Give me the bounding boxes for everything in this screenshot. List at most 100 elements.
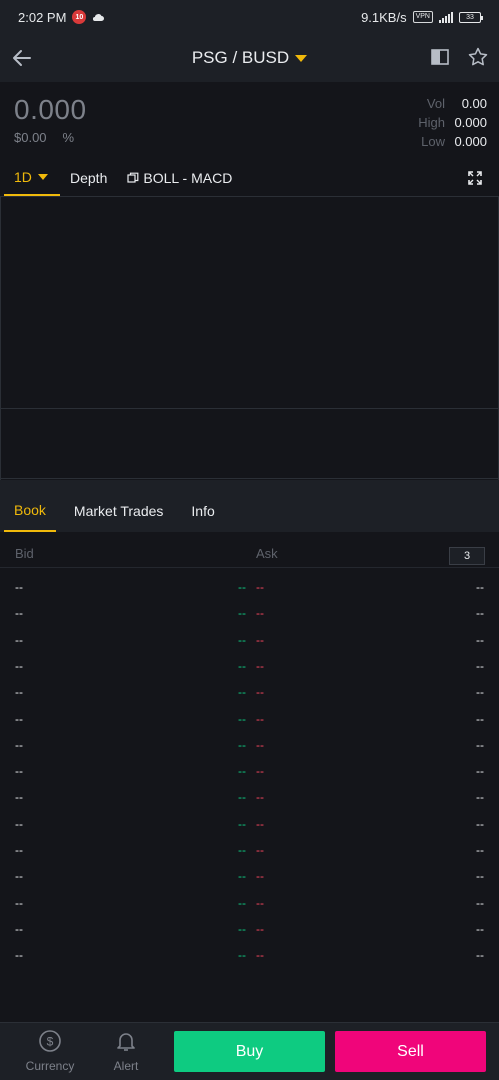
- fullscreen-icon[interactable]: [467, 170, 483, 186]
- status-right: 9.1KB/s VPN 33: [361, 9, 483, 25]
- price-change: %: [62, 130, 75, 145]
- table-row[interactable]: -- -- -- --: [0, 837, 499, 863]
- chart-main-pane[interactable]: [1, 197, 498, 409]
- ask-price: --: [256, 685, 264, 700]
- bid-quantity: --: [15, 895, 23, 910]
- indicators-label: BOLL - MACD: [143, 170, 233, 186]
- ask-price: --: [256, 580, 264, 594]
- depth-select[interactable]: 3: [449, 547, 485, 565]
- chart-area[interactable]: [0, 196, 499, 480]
- bid-quantity: --: [15, 737, 23, 752]
- table-row[interactable]: -- -- -- --: [0, 784, 499, 810]
- ask-quantity: --: [476, 764, 484, 779]
- chart-indicator-pane[interactable]: [1, 409, 498, 479]
- table-row[interactable]: -- -- -- --: [0, 600, 499, 626]
- ask-price: --: [256, 921, 264, 936]
- stat-row-high: High 0.000: [287, 115, 487, 134]
- order-book: Bid Ask 3 -- -- -- -- -- -- -- -- -- -- -- -- -- -- --…: [0, 532, 499, 1022]
- bid-price: --: [238, 764, 246, 779]
- interval-tab[interactable]: 1D: [4, 160, 60, 196]
- bid-quantity: --: [15, 658, 23, 673]
- currency-icon: $: [39, 1030, 61, 1052]
- cloud-icon: [93, 14, 105, 22]
- svg-text:$: $: [47, 1035, 54, 1049]
- ask-quantity: --: [476, 869, 484, 884]
- bid-quantity: --: [15, 948, 23, 963]
- bid-price: --: [238, 632, 246, 647]
- battery-icon: 33: [459, 11, 483, 23]
- bid-quantity: --: [15, 790, 23, 805]
- table-row[interactable]: -- -- -- --: [0, 890, 499, 916]
- table-row[interactable]: -- -- -- --: [0, 627, 499, 653]
- ask-quantity: --: [476, 658, 484, 673]
- table-row[interactable]: -- -- -- --: [0, 811, 499, 837]
- tab-info[interactable]: Info: [181, 490, 224, 532]
- network-speed: 9.1KB/s: [361, 9, 407, 25]
- tab-market-trades[interactable]: Market Trades: [64, 490, 173, 532]
- ask-header: Ask: [256, 546, 278, 561]
- copy-icon: [127, 172, 139, 183]
- currency-button[interactable]: $ Currency: [20, 1029, 80, 1073]
- bid-price: --: [238, 606, 246, 621]
- star-icon[interactable]: [467, 46, 489, 68]
- bid-quantity: --: [15, 606, 23, 621]
- status-left: 2:02 PM 10: [18, 9, 105, 25]
- table-row[interactable]: -- -- -- --: [0, 574, 499, 600]
- last-price: 0.000: [14, 94, 87, 125]
- ask-price: --: [256, 948, 264, 963]
- ask-quantity: --: [476, 606, 484, 621]
- buy-button[interactable]: Buy: [174, 1031, 325, 1072]
- stat-row-vol: Vol 0.00: [287, 96, 487, 115]
- indicators-tab[interactable]: BOLL - MACD: [117, 160, 242, 196]
- app-header: PSG / BUSD: [0, 34, 499, 82]
- bid-price: --: [238, 685, 246, 700]
- fiat-price: $0.00: [14, 130, 47, 145]
- stat-label: Low: [421, 134, 445, 149]
- table-row[interactable]: -- -- -- --: [0, 706, 499, 732]
- bid-quantity: --: [15, 921, 23, 936]
- table-row[interactable]: -- -- -- --: [0, 653, 499, 679]
- status-time: 2:02 PM: [18, 9, 67, 25]
- bell-icon: [117, 1033, 135, 1051]
- table-row[interactable]: -- -- -- --: [0, 863, 499, 889]
- vpn-badge: VPN: [412, 11, 433, 23]
- ask-quantity: --: [476, 632, 484, 647]
- bid-quantity: --: [15, 764, 23, 779]
- chart-tabs: 1D Depth BOLL - MACD: [0, 160, 499, 196]
- table-row[interactable]: -- -- -- --: [0, 758, 499, 784]
- layout-toggle-icon[interactable]: [429, 46, 451, 68]
- status-bar: 2:02 PM 10 9.1KB/s VPN 33: [0, 0, 499, 34]
- caret-down-icon: [37, 174, 48, 180]
- pair-title: PSG / BUSD: [191, 48, 290, 67]
- stat-value: 0.000: [454, 115, 487, 130]
- book-tabs: Book Market Trades Info: [0, 490, 499, 532]
- table-row[interactable]: -- -- -- --: [0, 679, 499, 705]
- bid-price: --: [238, 895, 246, 910]
- tab-book[interactable]: Book: [4, 490, 56, 532]
- table-row[interactable]: -- -- -- --: [0, 942, 499, 968]
- currency-label: Currency: [25, 1059, 75, 1073]
- ask-price: --: [256, 632, 264, 647]
- ask-price: --: [256, 606, 264, 621]
- screen: 2:02 PM 10 9.1KB/s VPN 33 PSG / BUSD 0.0…: [0, 0, 499, 1080]
- depth-tab[interactable]: Depth: [60, 160, 117, 196]
- depth-label: Depth: [70, 170, 108, 186]
- header-actions: [429, 46, 489, 68]
- ask-quantity: --: [476, 711, 484, 726]
- ask-quantity: --: [476, 895, 484, 910]
- bid-price: --: [238, 843, 246, 857]
- stat-row-low: Low 0.000: [287, 134, 487, 153]
- bid-price: --: [238, 658, 246, 673]
- table-row[interactable]: -- -- -- --: [0, 916, 499, 942]
- bid-quantity: --: [15, 816, 23, 831]
- bid-price: --: [238, 816, 246, 831]
- back-arrow-icon[interactable]: [10, 46, 34, 70]
- alert-label: Alert: [113, 1059, 139, 1073]
- ask-price: --: [256, 790, 264, 805]
- table-row[interactable]: -- -- -- --: [0, 732, 499, 758]
- alert-button[interactable]: Alert: [96, 1029, 156, 1073]
- pair-selector[interactable]: PSG / BUSD: [191, 48, 308, 68]
- ask-price: --: [256, 737, 264, 752]
- sell-button[interactable]: Sell: [335, 1031, 486, 1072]
- bid-quantity: --: [15, 580, 23, 594]
